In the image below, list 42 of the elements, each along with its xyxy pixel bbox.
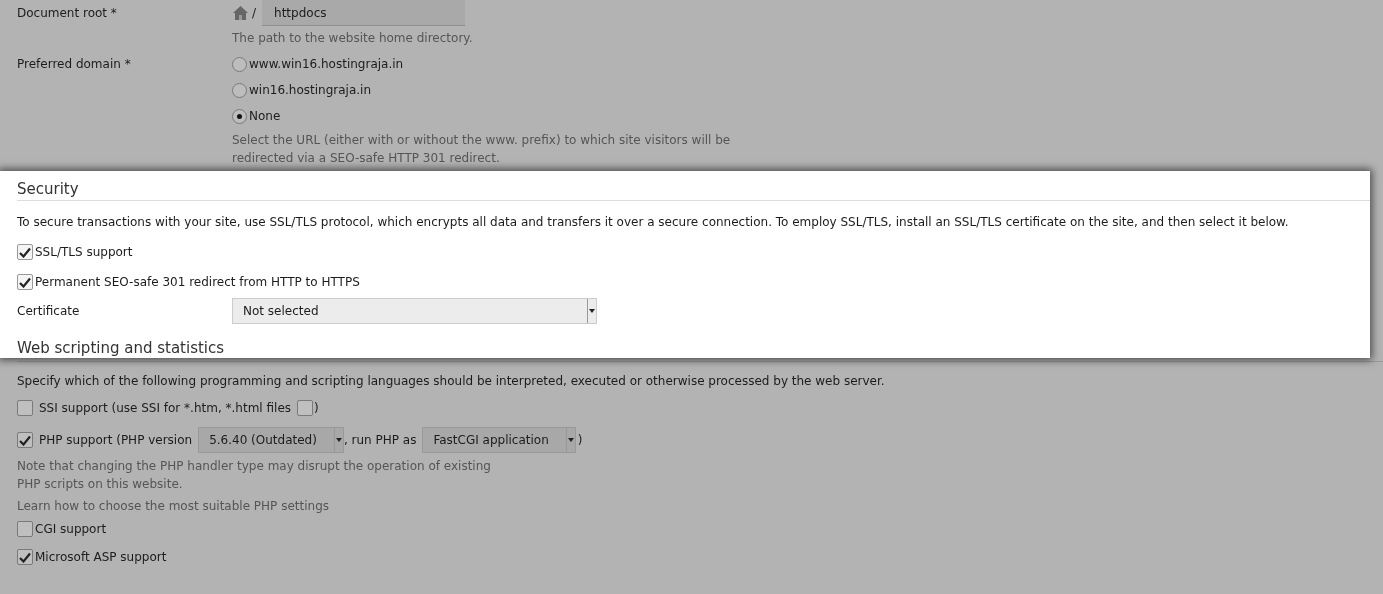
caret-icon: [589, 309, 595, 313]
path-separator: /: [252, 6, 257, 20]
radio-button[interactable]: [232, 108, 247, 124]
field-label: Document root *: [17, 6, 118, 20]
radio-label[interactable]: None: [249, 109, 281, 123]
checkbox[interactable]: [17, 549, 33, 565]
document-root-field[interactable]: httpdocs: [262, 0, 466, 26]
checkbox[interactable]: [17, 244, 33, 260]
section-description: To secure transactions with your site, use SSL/TLS protocol, which encrypts all data and transfers it over a secure connection. To employ SSL/TLS, install an SSL/TLS certificate on the site, and then select it below.: [17, 214, 1290, 231]
section-title: Web scripting and statistics: [17, 338, 226, 358]
radio-label[interactable]: www.win16.hostingraja.in: [249, 57, 404, 71]
checkbox-label[interactable]: Permanent SEO-safe 301 redirect from HTTP to HTTPS: [35, 275, 360, 289]
caret-icon: [567, 438, 574, 442]
php-handler-dropdown[interactable]: FastCGI application: [422, 427, 576, 453]
radio-label[interactable]: win16.hostingraja.in: [249, 83, 372, 97]
section-title: Security: [17, 179, 1370, 201]
radio-button[interactable]: [232, 56, 247, 72]
field-hint: Note that changing the PHP handler type may disrupt the operation of existing PHP scripts on this website.: [17, 458, 492, 493]
checkbox[interactable]: [17, 521, 33, 537]
certificate-dropdown[interactable]: Not selected: [232, 298, 597, 324]
field-label: Certificate: [17, 304, 81, 318]
checkbox[interactable]: [17, 274, 33, 290]
php-version-dropdown[interactable]: 5.6.40 (Outdated): [198, 427, 344, 453]
radio-button[interactable]: [232, 82, 247, 98]
checkbox-label[interactable]: CGI support: [35, 522, 107, 536]
checkbox-label[interactable]: SSL/TLS support: [35, 245, 133, 259]
checkbox[interactable]: [17, 400, 33, 416]
checkbox-label[interactable]: PHP support (PHP version: [39, 433, 193, 447]
home-icon: [232, 5, 249, 21]
field-hint: Select the URL (either with or without the www. prefix) to which site visitors will be redirected via a SEO-safe HTTP 301 redirect.: [232, 132, 732, 167]
checkbox-label[interactable]: Microsoft ASP support: [35, 550, 167, 564]
checkbox[interactable]: [297, 400, 314, 416]
caret-icon: [335, 438, 342, 442]
bracket-text: ): [577, 433, 583, 447]
checkbox-label[interactable]: SSI support (use SSI for *.htm, *.html files: [39, 401, 292, 415]
field-hint: The path to the website home directory.: [232, 30, 473, 47]
checkbox[interactable]: [17, 432, 33, 448]
field-label: Preferred domain *: [17, 56, 132, 73]
inline-label: , run PHP as: [343, 433, 417, 447]
help-link[interactable]: Learn how to choose the most suitable PHP settings: [17, 499, 329, 513]
bracket-text: ): [314, 401, 319, 415]
section-description: Specify which of the following programming and scripting languages should be interpreted, executed or otherwise processed by the web server.: [17, 373, 886, 390]
